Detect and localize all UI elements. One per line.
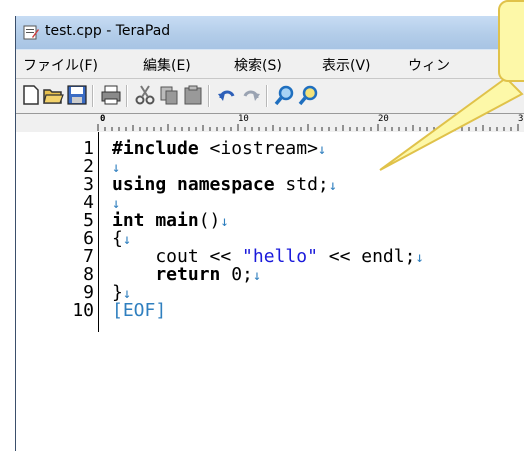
ruler-mark-10: 10 <box>238 114 249 124</box>
string-literal: "hello" <box>242 246 318 267</box>
undo-icon[interactable] <box>216 84 238 106</box>
menu-search[interactable]: 検索(S) <box>234 55 282 75</box>
redo-icon[interactable] <box>240 84 262 106</box>
code-line-3: using namespace std;↓ <box>112 174 338 195</box>
window-title: test.cpp - TeraPad <box>45 23 171 39</box>
newline-mark: ↓ <box>317 142 327 158</box>
ruler-ticks <box>97 124 519 131</box>
newline-mark: ↓ <box>415 250 424 266</box>
menu-view[interactable]: 表示(V) <box>322 55 371 75</box>
cut-icon[interactable] <box>134 84 156 106</box>
app-window: test.cpp - TeraPad ファイル(F) 編集(E) 検索(S) 表… <box>15 16 524 451</box>
newline-mark: ↓ <box>328 178 338 194</box>
toolbar-separator <box>92 85 94 107</box>
toolbar <box>16 78 524 114</box>
line-number: 10 <box>72 300 94 321</box>
ruler-mark-30: 3 <box>518 114 524 124</box>
open-folder-icon[interactable] <box>42 84 64 106</box>
eof-marker: [EOF] <box>112 300 167 321</box>
menu-bar: ファイル(F) 編集(E) 検索(S) 表示(V) ウィン <box>16 49 524 78</box>
menu-file[interactable]: ファイル(F) <box>23 55 98 75</box>
text-editor[interactable]: 1 2 3 4 5 6 7 8 9 10 #include <iostream>… <box>16 132 524 451</box>
new-file-icon[interactable] <box>20 84 42 106</box>
gutter-divider <box>98 132 99 332</box>
print-icon[interactable] <box>100 84 122 106</box>
code-line-8: return 0;↓ <box>112 264 262 285</box>
callout-balloon <box>498 0 524 82</box>
code-line-1: #include <iostream>↓ <box>112 138 327 159</box>
save-icon[interactable] <box>66 84 88 106</box>
ruler-mark-0: 0 <box>100 114 106 124</box>
find-icon[interactable] <box>274 84 296 106</box>
code-line-5: int main()↓ <box>112 210 229 231</box>
menu-edit[interactable]: 編集(E) <box>143 55 191 75</box>
menu-window[interactable]: ウィン <box>408 55 450 75</box>
ruler-mark-20: 20 <box>378 114 389 124</box>
newline-mark: ↓ <box>220 214 229 230</box>
app-icon <box>23 25 39 40</box>
toolbar-separator <box>126 85 128 107</box>
toolbar-separator <box>208 85 210 107</box>
newline-mark: ↓ <box>252 268 262 284</box>
ruler: 0 10 20 3 <box>16 113 524 133</box>
toolbar-separator <box>266 85 268 107</box>
find-next-icon[interactable] <box>298 84 320 106</box>
copy-icon[interactable] <box>158 84 180 106</box>
paste-icon[interactable] <box>182 84 204 106</box>
title-bar[interactable]: test.cpp - TeraPad <box>16 16 524 49</box>
